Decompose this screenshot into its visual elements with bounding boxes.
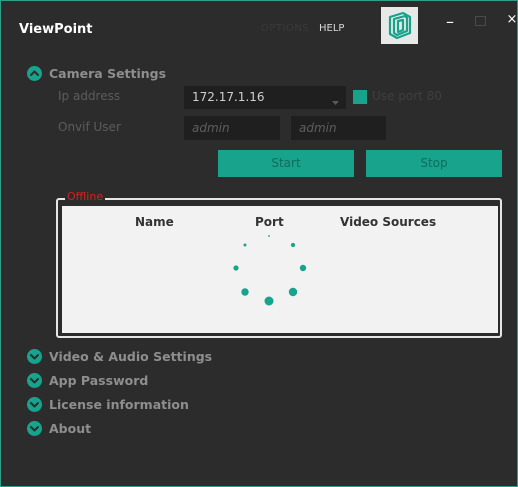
license-information-label: License information (49, 396, 189, 412)
maximize-button[interactable] (475, 16, 486, 26)
menu-options[interactable]: OPTIONS (261, 23, 309, 34)
app-window: ViewPoint OPTIONS HELP – × Camera Settin… (0, 0, 518, 487)
device-table[interactable]: Name Port Video Sources (62, 206, 498, 333)
close-button[interactable]: × (506, 13, 518, 27)
menu-help[interactable]: HELP (319, 23, 344, 34)
dropdown-arrow-icon (331, 92, 340, 111)
app-password-label: App Password (49, 372, 149, 388)
about-label: About (49, 420, 92, 436)
chevron-down-icon (27, 372, 42, 388)
use-port-80-label: Use port 80 (372, 89, 442, 103)
ip-address-select[interactable]: 172.17.1.16 (184, 86, 346, 109)
chevron-up-icon (27, 65, 42, 81)
app-password-header[interactable]: App Password (27, 371, 148, 389)
title-bar[interactable]: ViewPoint OPTIONS HELP – × (1, 1, 517, 59)
use-port-80-checkbox[interactable] (353, 90, 367, 104)
camera-settings-label: Camera Settings (49, 65, 167, 81)
video-audio-settings-header[interactable]: Video & Audio Settings (27, 347, 212, 365)
onvif-password-input[interactable]: admin (291, 116, 386, 140)
start-button[interactable]: Start (218, 150, 354, 177)
minimize-button[interactable]: – (443, 14, 457, 30)
chevron-down-icon (27, 348, 42, 364)
viewpoint-logo-icon (381, 7, 418, 44)
ip-address-value: 172.17.1.16 (192, 90, 265, 104)
ip-address-label: Ip address (58, 89, 121, 103)
camera-settings-header[interactable]: Camera Settings (27, 64, 166, 82)
onvif-username-input[interactable]: admin (184, 116, 280, 140)
chevron-down-icon (27, 396, 42, 412)
license-information-header[interactable]: License information (27, 395, 189, 413)
app-title: ViewPoint (19, 22, 93, 37)
chevron-down-icon (27, 420, 42, 436)
video-audio-settings-label: Video & Audio Settings (49, 348, 213, 364)
stop-button[interactable]: Stop (366, 150, 502, 177)
loading-spinner-icon (233, 235, 307, 306)
onvif-user-label: Onvif User (58, 120, 121, 134)
about-header[interactable]: About (27, 419, 91, 437)
connection-status: Offline (65, 190, 106, 203)
